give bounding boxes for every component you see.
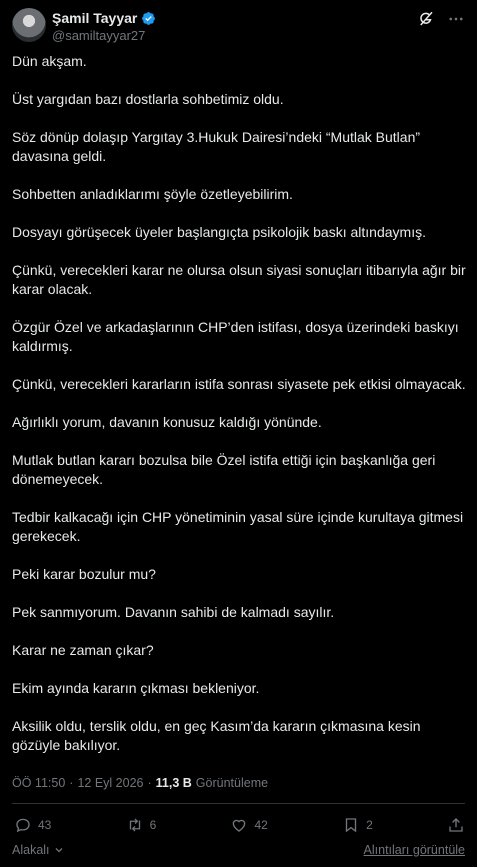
tweet-paragraph: Özgür Özel ve arkadaşlarının CHP’den ist… [12,319,459,354]
tweet-paragraph: Çünkü, verecekleri kararların istifa son… [12,376,466,392]
tweet-paragraph: Pek sanmıyorum. Davanın sahibi de kalmad… [12,604,335,620]
like-icon [233,819,246,832]
tweet-header: Şamil Tayyar @samiltayyar27 [12,6,465,46]
tweet-paragraph: Tedbir kalkacağı için CHP yönetiminin ya… [12,509,464,544]
view-quotes-link[interactable]: Alıntıları görüntüle [364,843,465,857]
tweet-paragraph: Karar ne zaman çıkar? [12,642,154,658]
tweet-paragraph: Dün akşam. [12,53,87,69]
action-bar: 43 6 42 2 [14,815,465,835]
grok-icon[interactable] [417,10,435,28]
reply-count: 43 [38,818,52,832]
bookmark-button[interactable]: 2 [342,816,373,834]
avatar[interactable] [12,8,46,42]
reply-icon [16,818,30,833]
tweet-paragraph: Ağırlıklı yorum, davanın konusuz kaldığı… [12,414,322,430]
bookmark-icon [345,818,357,833]
tweet-date[interactable]: 12 Eyl 2026 [77,776,143,790]
share-button[interactable] [447,816,465,834]
more-icon[interactable] [447,10,465,28]
tweet-paragraph: Peki karar bozulur mu? [12,566,156,582]
header-actions [417,10,465,28]
tweet-paragraph: Dosyayı görüşecek üyeler başlangıçta psi… [12,224,426,240]
tweet-footer: Alakalı Alıntıları görüntüle [12,843,465,857]
tweet-text: Dün akşam. Üst yargıdan bazı dostlarla s… [12,52,467,774]
repost-icon [129,818,140,832]
verified-badge-icon [142,11,156,25]
meta-separator: · [147,776,152,790]
like-button[interactable]: 42 [230,816,268,834]
views-label: Görüntüleme [195,776,269,790]
tweet-paragraph: Üst yargıdan bazı dostlarla sohbetimiz o… [12,91,284,107]
tweet-paragraph: Ekim ayında kararın çıkması bekleniyor. [12,680,260,696]
meta-separator: · [69,776,74,790]
views-count: 11,3 B [155,776,192,790]
reply-setting-dropdown[interactable]: Alakalı [12,843,65,857]
share-icon [449,818,463,832]
chevron-down-icon [55,848,62,853]
like-count: 42 [254,818,268,832]
tweet-paragraph: Çünkü, verecekleri karar ne olursa olsun… [12,262,466,297]
bookmark-count: 2 [366,818,373,832]
tweet-paragraph: Aksilik oldu, terslik oldu, en geç Kasım… [12,718,421,753]
tweet-paragraph: Mutlak butlan kararı bozulsa bile Özel i… [12,452,436,487]
divider [12,803,465,804]
author-name[interactable]: Şamil Tayyar [52,10,137,26]
tweet-paragraph: Söz dönüp dolaşıp Yargıtay 3.Hukuk Daire… [12,129,421,164]
reply-button[interactable]: 43 [14,816,51,834]
repost-button[interactable]: 6 [126,816,157,834]
author-name-row: Şamil Tayyar [52,10,156,26]
tweet-paragraph: Sohbetten anladıklarımı şöyle özetleyebi… [12,186,293,202]
repost-count: 6 [149,818,157,832]
tweet-time[interactable]: ÖÖ 11:50 [12,776,65,790]
author-handle[interactable]: @samiltayyar27 [52,28,145,43]
tweet-meta: ÖÖ 11:50 · 12 Eyl 2026 · 11,3 B Görüntül… [12,776,268,790]
reply-setting-label: Alakalı [12,843,50,857]
